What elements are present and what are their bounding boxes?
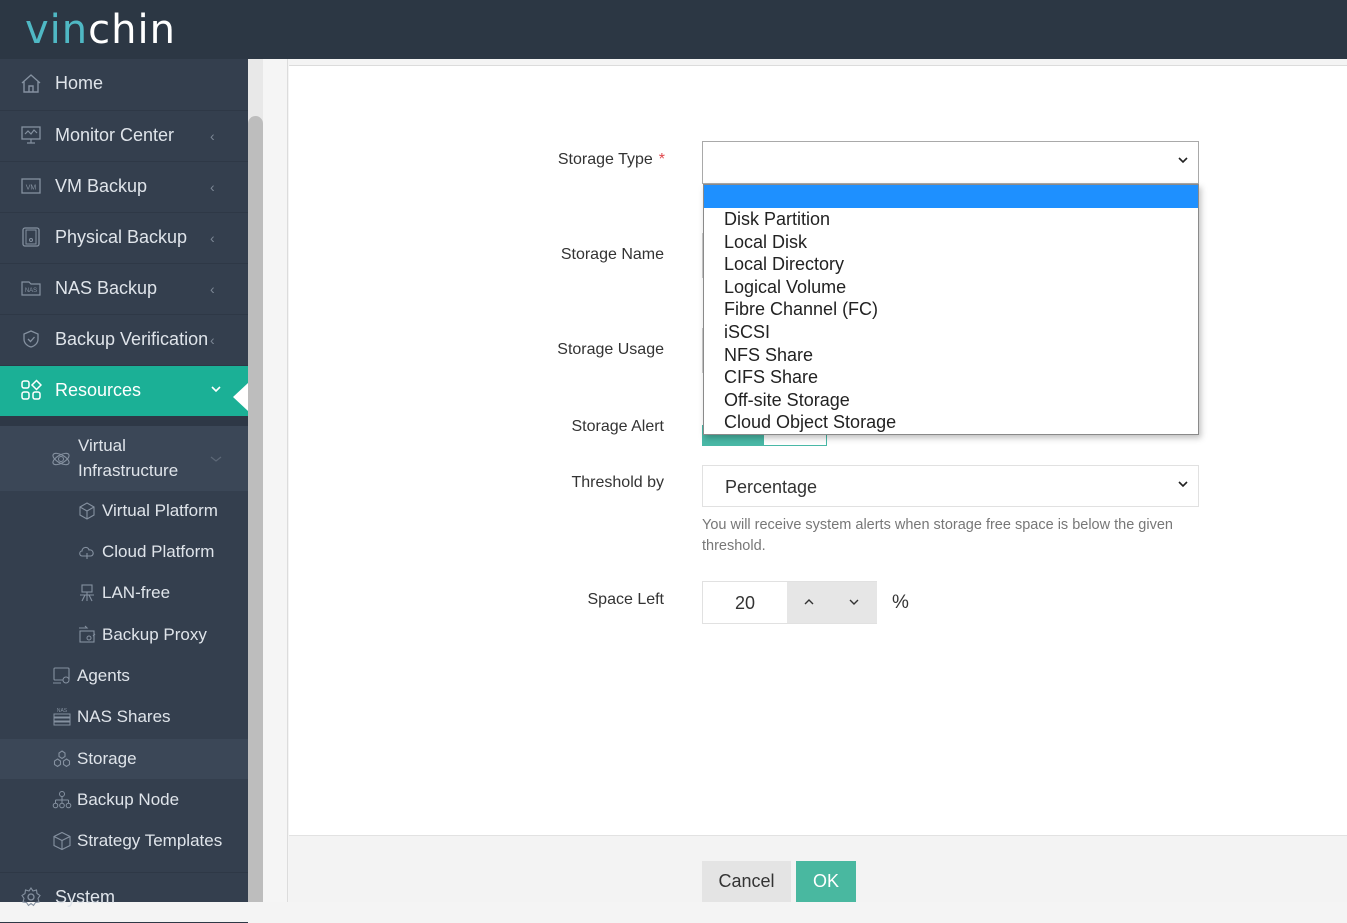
resources-icon [21,379,42,400]
storage-type-dropdown[interactable]: Disk Partition Local Disk Local Directory L… [703,184,1199,435]
sidebar-item-backup-proxy[interactable]: Backup Proxy [0,615,248,655]
sidebar-scrollbar-thumb[interactable] [248,116,263,902]
svg-text:NAS: NAS [25,288,37,294]
monitor-icon [21,126,41,144]
svg-text:VM: VM [26,185,37,192]
sidebar-item-storage[interactable]: Storage [0,739,248,779]
dropdown-option[interactable]: Fibre Channel (FC) [704,298,1198,321]
chevron-left-icon: ‹ [210,230,215,246]
resources-submenu-gap [0,416,248,426]
dropdown-option[interactable] [704,185,1198,208]
chevron-left-icon: ‹ [210,332,215,348]
storage-alert-label: Storage Alert [571,418,665,435]
storage-icon [53,750,71,768]
percent-unit: % [892,592,909,613]
sidebar-item-system[interactable]: System [0,872,248,923]
vinchin-logo[interactable]: vinchin [25,6,176,54]
template-icon [53,831,71,851]
sidebar-item-backup-verification[interactable]: Backup Verification ‹ [0,315,248,366]
shield-check-icon [23,330,39,348]
node-icon [52,791,72,809]
sidebar-item-nas-shares[interactable]: NAS NAS Shares [0,697,248,737]
sidebar-item-physical-backup[interactable]: Physical Backup ‹ [0,213,248,264]
nas-icon: NAS [21,281,41,296]
dropdown-option[interactable]: Disk Partition [704,208,1198,231]
dropdown-option[interactable]: Cloud Object Storage [704,411,1198,434]
sidebar-item-monitor-center[interactable]: Monitor Center ‹ [0,111,248,162]
lan-free-icon [80,584,94,602]
chevron-down-icon [210,456,222,462]
chevron-left-icon: ‹ [210,281,215,297]
increment-button[interactable] [802,595,816,609]
nas-shares-icon: NAS [53,708,71,726]
stepper-buttons [787,582,877,623]
decrement-button[interactable] [847,595,861,609]
space-left-value[interactable]: 20 [735,593,755,614]
storage-type-label: Storage Type * [557,151,665,168]
server-icon [22,227,40,247]
sidebar-item-nas-backup[interactable]: NAS NAS Backup ‹ [0,264,248,315]
dropdown-option[interactable]: Local Disk [704,231,1198,254]
sidebar-item-agents[interactable]: Agents [0,656,248,696]
home-icon [21,74,41,93]
storage-usage-label: Storage Usage [557,341,664,358]
dropdown-option[interactable]: CIFS Share [704,366,1198,389]
svg-text:NAS: NAS [57,708,68,714]
active-indicator [233,383,248,411]
sidebar-item-vm-backup[interactable]: VM VM Backup ‹ [0,162,248,213]
proxy-icon [79,625,96,643]
cube-icon [79,502,95,520]
agent-icon [53,667,70,684]
gear-icon [21,887,41,907]
threshold-by-label: Threshold by [571,474,665,491]
sidebar-item-home[interactable]: Home [0,59,248,111]
chevron-left-icon: ‹ [210,128,215,144]
required-mark: * [658,151,665,168]
threshold-by-select[interactable]: Percentage [702,465,1199,507]
sidebar-item-lan-free[interactable]: LAN-free [0,573,248,613]
dropdown-option[interactable]: Local Directory [704,253,1198,276]
space-left-label: Space Left [587,591,665,608]
threshold-hint: You will receive system alerts when stor… [702,517,1173,554]
sidebar-item-backup-node[interactable]: Backup Node [0,780,248,820]
ok-button[interactable]: OK [796,861,856,902]
sidebar-item-strategy-templates[interactable]: Strategy Templates [0,821,248,861]
atom-icon [52,452,70,466]
sidebar-group-virtual-infrastructure[interactable]: Virtual Infrastructure [0,426,248,491]
dropdown-option[interactable]: Logical Volume [704,276,1198,299]
cloud-icon [79,546,94,559]
chevron-down-icon [1178,481,1188,488]
storage-name-label: Storage Name [560,246,664,263]
dropdown-option[interactable]: Off-site Storage [704,389,1198,412]
storage-type-select[interactable] [702,141,1199,184]
top-bar: vinchin [0,0,1347,59]
space-left-stepper[interactable]: 20 [702,581,877,624]
sidebar-item-virtual-platform[interactable]: Virtual Platform [0,491,248,531]
vm-icon: VM [21,178,41,194]
cancel-button[interactable]: Cancel [702,861,791,902]
sidebar-item-cloud-platform[interactable]: Cloud Platform [0,532,248,572]
sidebar-item-resources[interactable]: Resources [0,366,248,416]
chevron-down-icon [1178,157,1188,164]
chevron-down-icon [210,382,222,398]
chevron-left-icon: ‹ [210,179,215,195]
dropdown-option[interactable]: NFS Share [704,344,1198,367]
content-gutter [263,59,288,902]
dropdown-option[interactable]: iSCSI [704,321,1198,344]
